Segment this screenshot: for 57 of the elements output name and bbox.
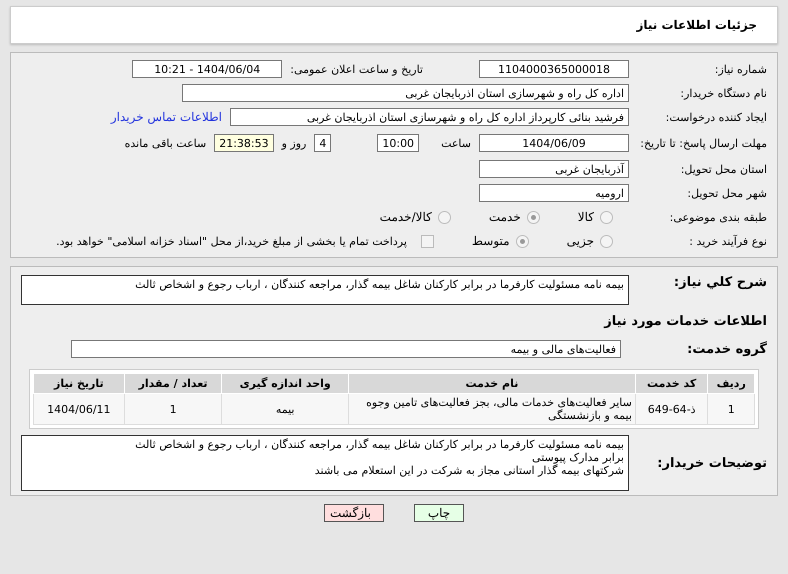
buyer-contact-link[interactable]: اطلاعات تماس خریدار <box>110 110 222 124</box>
deadline-time-field: 10:00 <box>377 134 420 152</box>
requester-field: فرشید بنائی کارپرداز اداره کل راه و شهرسازی استان اذربایجان غربی <box>230 108 629 126</box>
column-header: نام خدمت <box>348 374 636 394</box>
days-field: 4 <box>314 134 332 152</box>
radio-button[interactable] <box>600 210 613 224</box>
remaining-time-field: 21:38:53 <box>214 134 274 152</box>
column-header: تعداد / مقدار <box>124 374 222 394</box>
field-label: شهر محل تحویل: <box>686 186 767 200</box>
field-label: توضیحات خریدار: <box>656 456 767 470</box>
field-label: شماره نیاز: <box>714 62 767 76</box>
buyer-org-field: اداره کل راه و شهرسازی استان اذربایجان غربی <box>182 84 629 102</box>
column-header: ردیف <box>708 374 754 394</box>
buyer-notes-textarea[interactable]: بیمه نامه مسئولیت کارفرما در برابر کارکنان شاغل بیمه گذار، مراجعه کنندگان ، ارباب رجوع و اشخاص ثالث برابر مدارک پیوستی شرکتهای بیمه گذار استانی مجاز به شرکت در این استعلام می باشند <box>21 435 629 491</box>
radio-label: خدمت <box>488 210 521 224</box>
table-cell: سایر فعالیت‌های خدمات مالی، بجز فعالیت‌های تامین وجوه بیمه و بازنشستگی <box>348 394 636 424</box>
service-group-field: فعالیت‌های مالی و بیمه <box>71 340 621 358</box>
table-cell: بیمه <box>222 394 348 424</box>
field-label: نام دستگاه خریدار: <box>679 86 767 100</box>
page-title: جزئیات اطلاعات نیاز <box>636 18 757 32</box>
radio-label: متوسط <box>472 234 510 248</box>
field-label: استان محل تحویل: <box>680 162 767 176</box>
table-cell: 1 <box>124 394 222 424</box>
field-label: روز و <box>282 136 306 150</box>
radio-button[interactable] <box>438 210 451 224</box>
table-cell: 1 <box>708 394 754 424</box>
radio-button[interactable] <box>600 234 613 248</box>
table-cell: ذ-64-649 <box>635 394 708 424</box>
checkbox[interactable] <box>420 234 434 248</box>
field-label: گروه خدمت: <box>686 342 767 356</box>
deadline-date-field: 1404/06/09 <box>479 134 629 152</box>
field-label: ایجاد کننده درخواست: <box>664 110 767 124</box>
back-button[interactable]: بازگشت <box>324 504 384 522</box>
field-label: مهلت ارسال پاسخ: تا تاریخ: <box>639 136 767 150</box>
field-label: ساعت باقی مانده <box>124 136 206 150</box>
field-label: طبقه بندی موضوعی: <box>668 210 767 224</box>
radio-button[interactable] <box>526 210 540 224</box>
field-label: نوع فرآیند خرید : <box>688 234 767 248</box>
radio-label: کالا/خدمت <box>380 210 432 224</box>
section-heading: اطلاعات خدمات مورد نیاز <box>604 314 767 328</box>
table-cell: 1404/06/11 <box>34 394 124 424</box>
field-label: شرح کلي نياز: <box>672 275 767 290</box>
need-number-field: 1104000365000018 <box>479 60 629 78</box>
column-header: کد خدمت <box>635 374 708 394</box>
city-field: ارومیه <box>479 184 629 202</box>
province-field: آذربایجان غربی <box>479 160 629 178</box>
column-header: واحد اندازه گیری <box>222 374 348 394</box>
radio-button[interactable] <box>516 234 529 248</box>
radio-label: کالا <box>578 210 594 224</box>
summary-textarea[interactable]: بیمه نامه مسئولیت کارفرما در برابر کارکنان شاغل بیمه گذار، مراجعه کنندگان ، ارباب رجوع و اشخاص ثالث <box>21 275 629 305</box>
payment-note: پرداخت تمام یا بخشی از مبلغ خرید،از محل "اسناد خزانه اسلامی" خواهد بود. <box>56 234 407 248</box>
field-label: ساعت <box>441 136 471 150</box>
announce-date-field: 1404/06/04 - 10:21 <box>132 60 282 78</box>
field-label: تاریخ و ساعت اعلان عمومی: <box>290 62 423 76</box>
print-button[interactable]: چاپ <box>414 504 464 522</box>
radio-label: جزیی <box>566 234 594 248</box>
column-header: تاریخ نیاز <box>34 374 124 394</box>
